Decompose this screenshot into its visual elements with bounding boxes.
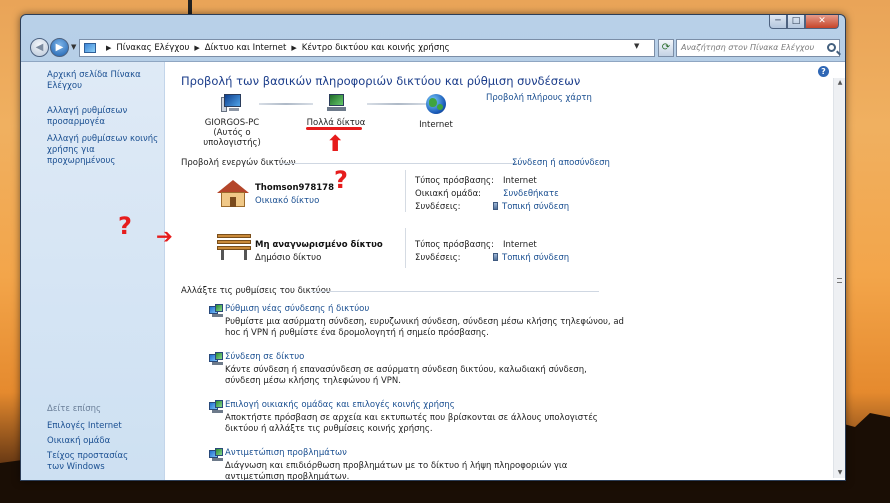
annotation-underline bbox=[306, 127, 362, 130]
sidebar-link-homegroup[interactable]: Οικιακή ομάδα bbox=[47, 436, 147, 447]
network-task-icon bbox=[209, 400, 225, 414]
sidebar-link-firewall[interactable]: Τείχος προστασίας των Windows bbox=[47, 451, 147, 473]
local-connection-link[interactable]: Τοπική σύνδεση bbox=[502, 202, 569, 212]
scroll-grip[interactable] bbox=[837, 278, 842, 283]
task-description: Κάντε σύνδεση ή επανασύνδεση σε ασύρματη… bbox=[225, 365, 587, 386]
task-description: Διάγνωση και επιδιόρθωση προβλημάτων με … bbox=[225, 461, 568, 481]
access-type-value: Internet bbox=[503, 240, 537, 250]
caption-buttons: ─ □ ✕ bbox=[769, 15, 839, 29]
local-connection-link[interactable]: Τοπική σύνδεση bbox=[502, 253, 569, 263]
task-title-link[interactable]: Επιλογή οικιακής ομάδας και επιλογές κοι… bbox=[225, 400, 455, 410]
change-settings-heading: Αλλάξτε τις ρυθμίσεις του δικτύου bbox=[181, 286, 331, 296]
connect-disconnect-link[interactable]: Σύνδεση ή αποσύνδεση bbox=[512, 158, 610, 168]
scroll-down-arrow[interactable]: ▼ bbox=[835, 468, 845, 478]
connections-label: Συνδέσεις: bbox=[415, 253, 461, 263]
task-description: Αποκτήστε πρόσβαση σε αρχεία και εκτυπωτ… bbox=[225, 413, 598, 434]
annotation-question-mark: ? bbox=[334, 166, 348, 194]
control-panel-icon bbox=[84, 43, 96, 53]
task-title-link[interactable]: Αντιμετώπιση προβλημάτων bbox=[225, 448, 347, 458]
network-type: Δημόσιο δίκτυο bbox=[255, 253, 322, 263]
breadcrumb-separator[interactable]: ▶ bbox=[106, 44, 111, 52]
ethernet-connection-icon bbox=[493, 253, 498, 261]
breadcrumb-network-center[interactable]: Κέντρο δικτύου και κοινής χρήσης bbox=[302, 43, 450, 53]
search-input[interactable]: Αναζήτηση στον Πίνακα Ελέγχου bbox=[676, 39, 840, 57]
title-bar[interactable]: ─ □ ✕ bbox=[21, 15, 845, 35]
close-button[interactable]: ✕ bbox=[805, 15, 839, 29]
scroll-up-arrow[interactable]: ▲ bbox=[835, 78, 845, 88]
see-also-title: Δείτε επίσης bbox=[47, 404, 102, 414]
network-type-link[interactable]: Οικιακό δίκτυο bbox=[255, 196, 319, 206]
bench-icon[interactable] bbox=[217, 234, 251, 260]
connection-entry[interactable]: Τοπική σύνδεση bbox=[493, 253, 569, 263]
access-type-value: Internet bbox=[503, 176, 537, 186]
breadcrumb-control-panel[interactable]: Πίνακας Ελέγχου bbox=[116, 43, 189, 53]
breadcrumb-separator[interactable]: ▶ bbox=[291, 44, 296, 52]
network-task-icon bbox=[209, 304, 225, 318]
refresh-button[interactable]: ⟳ bbox=[658, 39, 674, 57]
task-title-link[interactable]: Σύνδεση σε δίκτυο bbox=[225, 352, 304, 362]
connection-entry[interactable]: Τοπική σύνδεση bbox=[493, 202, 569, 212]
task-title-link[interactable]: Ρύθμιση νέας σύνδεσης ή δικτύου bbox=[225, 304, 369, 314]
annotation-arrow-up: ⬆ bbox=[326, 132, 345, 157]
map-node-internet[interactable]: Internet bbox=[411, 94, 461, 130]
computer-icon bbox=[221, 94, 243, 112]
main-content: Προβολή των βασικών πληροφοριών δικτύου … bbox=[181, 62, 831, 481]
forward-button[interactable]: ▶ bbox=[50, 38, 69, 57]
access-type-label: Τύπος πρόσβασης: bbox=[415, 176, 494, 186]
sidebar: Αρχική σελίδα Πίνακα Ελέγχου Αλλαγή ρυθμ… bbox=[21, 62, 165, 480]
network-name: Μη αναγνωρισμένο δίκτυο bbox=[255, 240, 383, 250]
sidebar-link-adapter-settings[interactable]: Αλλαγή ρυθμίσεων προσαρμογέα bbox=[47, 106, 164, 128]
navigation-bar: ◀ ▶ ▼ ▶ Πίνακας Ελέγχου ▶ Δίκτυο και Int… bbox=[21, 37, 845, 59]
internet-label: Internet bbox=[419, 120, 453, 130]
search-icon[interactable] bbox=[827, 43, 836, 52]
client-area: Αρχική σελίδα Πίνακα Ελέγχου Αλλαγή ρυθμ… bbox=[21, 61, 845, 481]
network-name: Thomson978178 bbox=[255, 183, 334, 193]
vertical-divider bbox=[405, 170, 406, 212]
vertical-divider bbox=[405, 228, 406, 268]
annotation-arrow-right: ➔ bbox=[156, 224, 173, 248]
sidebar-link-advanced-sharing[interactable]: Αλλαγή ρυθμίσεων κοινής χρήσης για προχω… bbox=[47, 134, 164, 167]
sidebar-link-internet-options[interactable]: Επιλογές Internet bbox=[47, 421, 147, 432]
homegroup-label: Οικιακή ομάδα: bbox=[415, 189, 482, 199]
breadcrumb-network-internet[interactable]: Δίκτυο και Internet bbox=[205, 43, 287, 53]
ethernet-connection-icon bbox=[493, 202, 498, 210]
annotation-question-mark: ? bbox=[118, 212, 132, 240]
recent-pages-dropdown[interactable]: ▼ bbox=[71, 43, 76, 51]
see-also-links: Επιλογές Internet Οικιακή ομάδα Τείχος π… bbox=[47, 421, 147, 477]
sidebar-link-home[interactable]: Αρχική σελίδα Πίνακα Ελέγχου bbox=[47, 70, 164, 92]
house-icon[interactable] bbox=[217, 180, 249, 208]
minimize-button[interactable]: ─ bbox=[769, 15, 787, 29]
maximize-button[interactable]: □ bbox=[787, 15, 805, 29]
access-type-label: Τύπος πρόσβασης: bbox=[415, 240, 494, 250]
network-task-icon bbox=[209, 352, 225, 366]
map-node-this-computer[interactable]: GIORGOS-PC (Αυτός ο υπολογιστής) bbox=[187, 94, 277, 148]
connections-label: Συνδέσεις: bbox=[415, 202, 461, 212]
control-panel-window: ─ □ ✕ ◀ ▶ ▼ ▶ Πίνακας Ελέγχου ▶ Δίκτυο κ… bbox=[20, 14, 846, 481]
full-map-link[interactable]: Προβολή πλήρους χάρτη bbox=[486, 93, 592, 103]
homegroup-link[interactable]: Συνδεθήκατε bbox=[503, 189, 559, 199]
breadcrumb-separator[interactable]: ▶ bbox=[194, 44, 199, 52]
back-button[interactable]: ◀ bbox=[30, 38, 49, 57]
map-node-multiple-networks[interactable]: Πολλά δίκτυα bbox=[301, 94, 371, 128]
network-task-icon bbox=[209, 448, 225, 462]
address-bar[interactable]: ▶ Πίνακας Ελέγχου ▶ Δίκτυο και Internet … bbox=[79, 39, 655, 57]
section-divider bbox=[279, 163, 519, 164]
globe-icon bbox=[426, 94, 446, 114]
pc-name: GIORGOS-PC bbox=[204, 118, 260, 128]
section-divider bbox=[311, 291, 599, 292]
page-title: Προβολή των βασικών πληροφοριών δικτύου … bbox=[181, 74, 581, 88]
pc-subtitle: (Αυτός ο υπολογιστής) bbox=[203, 128, 261, 148]
address-dropdown[interactable]: ▼ bbox=[634, 42, 639, 50]
task-description: Ρυθμίστε μια ασύρματη σύνδεση, ευρυζωνικ… bbox=[225, 317, 624, 338]
vertical-scrollbar[interactable]: ▲ ▼ bbox=[833, 78, 845, 478]
network-icon bbox=[325, 94, 347, 112]
